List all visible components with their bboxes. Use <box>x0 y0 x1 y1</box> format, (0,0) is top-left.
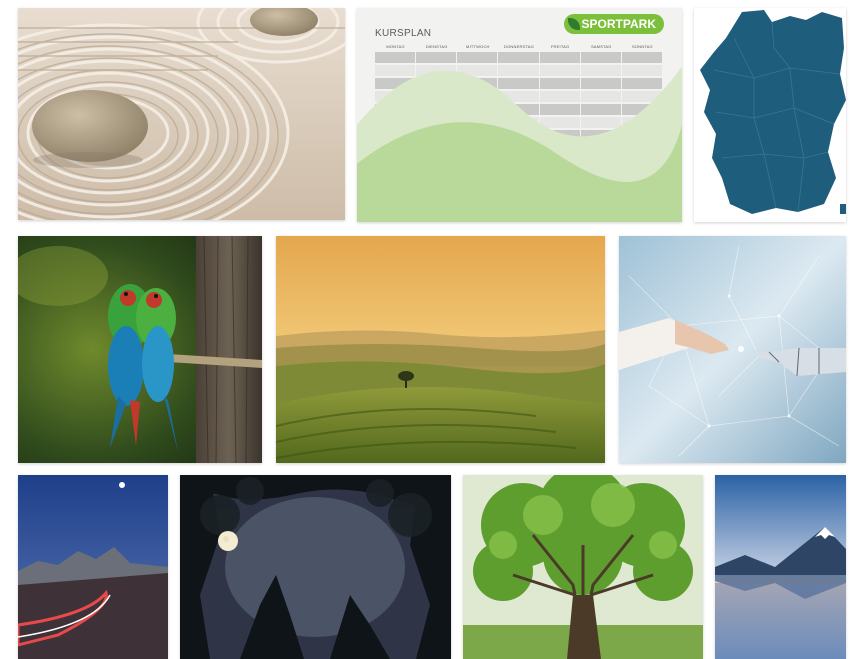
robot-human-hands-artwork <box>619 236 846 463</box>
mount-fuji-lake-artwork <box>715 475 846 659</box>
mountain-road-night-artwork <box>18 475 168 659</box>
kursplan-wave-decoration <box>357 66 682 222</box>
zen-stones-artwork <box>18 8 345 220</box>
moon-forest-artwork <box>180 475 451 659</box>
parrots-artwork <box>18 236 262 463</box>
kursplan-image[interactable]: KURSPLAN SPORTPARK MONTAG DIENSTAG MITTW… <box>357 8 682 222</box>
tuscany-landscape-image[interactable] <box>276 236 605 463</box>
mountain-road-night-image[interactable] <box>18 475 168 659</box>
tuscany-landscape-artwork <box>276 236 605 463</box>
moon-forest-image[interactable] <box>180 475 451 659</box>
robot-human-hands-image[interactable] <box>619 236 846 463</box>
mount-fuji-lake-image[interactable] <box>715 475 846 659</box>
big-oak-tree-image[interactable] <box>463 475 703 659</box>
big-oak-tree-artwork <box>463 475 703 659</box>
germany-map-artwork <box>694 8 846 222</box>
zen-stones-image[interactable] <box>18 8 345 220</box>
parrots-image[interactable] <box>18 236 262 463</box>
germany-map-image[interactable] <box>694 8 846 222</box>
